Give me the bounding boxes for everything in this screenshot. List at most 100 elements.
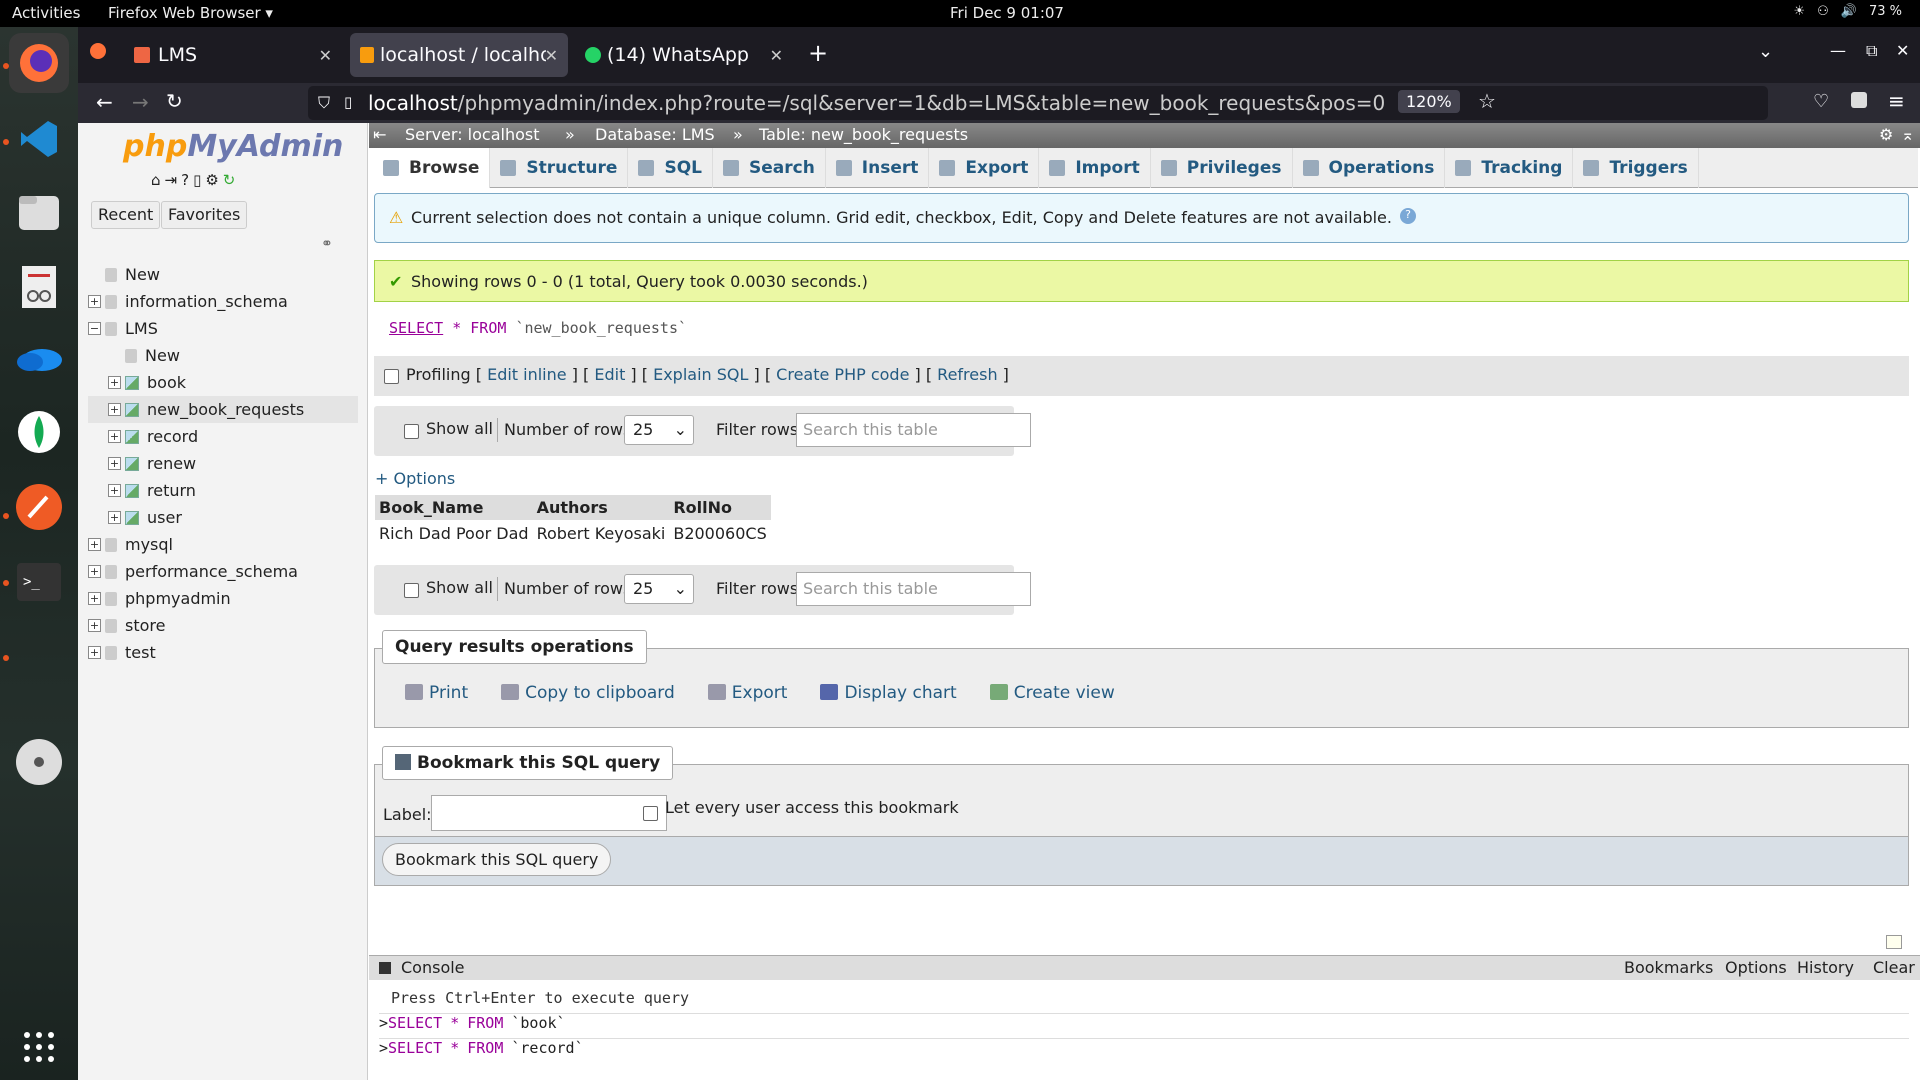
tab-import[interactable]: Import bbox=[1039, 148, 1151, 188]
firefox-icon[interactable] bbox=[9, 33, 69, 93]
number-of-rows-select[interactable]: 25 ⌄ bbox=[624, 574, 694, 604]
column-header[interactable]: Authors bbox=[532, 495, 670, 520]
create-php-code-link[interactable]: Create PHP code bbox=[776, 365, 909, 384]
expand-icon[interactable]: + bbox=[88, 538, 101, 551]
console-options-button[interactable]: Options bbox=[1725, 958, 1787, 977]
console-bookmarks-button[interactable]: Bookmarks bbox=[1624, 958, 1713, 977]
breadcrumb-server[interactable]: Server: localhost bbox=[405, 125, 539, 144]
tree-database-item[interactable]: + store bbox=[88, 612, 358, 639]
restore-icon[interactable]: ⧉ bbox=[1866, 41, 1877, 61]
tree-new-item[interactable]: New bbox=[88, 261, 358, 288]
tab-sql[interactable]: SQL bbox=[628, 148, 713, 188]
explain-sql-link[interactable]: Explain SQL bbox=[653, 365, 748, 384]
docs-icon[interactable]: ▯ bbox=[193, 171, 201, 189]
profiling-checkbox[interactable] bbox=[384, 369, 399, 384]
new-tab-icon[interactable]: + bbox=[808, 39, 828, 67]
expand-icon[interactable]: + bbox=[88, 295, 101, 308]
close-icon[interactable]: ✕ bbox=[545, 46, 558, 65]
close-window-icon[interactable]: ✕ bbox=[1896, 41, 1909, 60]
pocket-icon[interactable]: ♡ bbox=[1813, 91, 1829, 112]
bookmark-star-icon[interactable]: ☆ bbox=[1478, 89, 1496, 113]
tree-table-item[interactable]: + renew bbox=[88, 450, 358, 477]
browser-tab-whatsapp[interactable]: (14) WhatsApp ✕ bbox=[575, 33, 793, 77]
expand-icon[interactable]: + bbox=[88, 619, 101, 632]
favorites-button[interactable]: Favorites bbox=[161, 201, 248, 229]
zoom-level[interactable]: 120% bbox=[1398, 90, 1460, 113]
tab-browse[interactable]: Browse bbox=[373, 148, 491, 188]
account-icon[interactable] bbox=[1851, 92, 1867, 108]
tree-database-item[interactable]: + performance_schema bbox=[88, 558, 358, 585]
files-icon[interactable] bbox=[9, 182, 69, 242]
collapse-icon[interactable]: ⇤ bbox=[373, 125, 386, 144]
back-icon[interactable]: ← bbox=[96, 90, 113, 114]
browser-tab-lms[interactable]: LMS ✕ bbox=[124, 33, 342, 77]
list-tabs-icon[interactable]: ⌄ bbox=[1758, 41, 1773, 62]
system-tray[interactable]: ☀ ⚇ 🔊 73 % bbox=[1793, 4, 1902, 19]
collapse-icon[interactable]: − bbox=[88, 322, 101, 335]
firefox-view-icon[interactable] bbox=[90, 43, 106, 59]
help-icon[interactable]: ? bbox=[181, 171, 189, 189]
expand-icon[interactable]: + bbox=[88, 565, 101, 578]
expand-icon[interactable]: + bbox=[108, 457, 121, 470]
phpmyadmin-logo[interactable]: phpMyAdmin bbox=[123, 129, 343, 164]
settings-icon[interactable]: ⚙ bbox=[205, 171, 218, 189]
tree-table-item[interactable]: + record bbox=[88, 423, 358, 450]
optical-drive-icon[interactable] bbox=[9, 732, 69, 792]
show-all-checkbox[interactable] bbox=[404, 424, 419, 439]
copy-to-clipboard-link[interactable]: Copy to clipboard bbox=[501, 683, 675, 703]
column-header[interactable]: RollNo bbox=[669, 495, 771, 520]
export-link[interactable]: Export bbox=[707, 683, 787, 703]
expand-icon[interactable]: + bbox=[108, 484, 121, 497]
share-bookmark-checkbox[interactable] bbox=[643, 806, 658, 821]
number-of-rows-select[interactable]: 25 ⌄ bbox=[624, 415, 694, 445]
bookmark-label-input[interactable] bbox=[431, 795, 667, 831]
recent-button[interactable]: Recent bbox=[91, 201, 161, 229]
console-query-line[interactable]: >SELECT * FROM `record` bbox=[379, 1038, 1909, 1057]
tree-new-item[interactable]: New bbox=[88, 342, 358, 369]
postman-icon[interactable] bbox=[9, 477, 69, 537]
tab-export[interactable]: Export bbox=[929, 148, 1040, 188]
tree-table-item[interactable]: + user bbox=[88, 504, 358, 531]
expand-icon[interactable]: + bbox=[108, 403, 121, 416]
tab-search[interactable]: Search bbox=[713, 148, 826, 188]
clock[interactable]: Fri Dec 9 01:07 bbox=[950, 4, 1064, 22]
tree-table-item[interactable]: + new_book_requests bbox=[88, 396, 358, 423]
edit-inline-link[interactable]: Edit inline bbox=[487, 365, 567, 384]
tree-database-item[interactable]: + information_schema bbox=[88, 288, 358, 315]
bookmark-button[interactable]: Bookmark this SQL query bbox=[382, 843, 612, 876]
close-icon[interactable]: ✕ bbox=[770, 46, 783, 65]
column-header[interactable]: Book_Name bbox=[375, 495, 533, 520]
expand-icon[interactable]: + bbox=[88, 592, 101, 605]
shield-icon[interactable]: ⛉ bbox=[318, 93, 330, 113]
app-menu[interactable]: Firefox Web Browser ▾ bbox=[108, 4, 273, 22]
sql-query[interactable]: SELECT * FROM `new_book_requests` bbox=[389, 319, 687, 337]
address-bar[interactable]: ⛉ ▯ localhost/phpmyadmin/index.php?route… bbox=[308, 86, 1768, 120]
document-viewer-icon[interactable] bbox=[9, 257, 69, 317]
settings-icon[interactable]: ⚙ bbox=[1879, 125, 1893, 144]
onedrive-icon[interactable] bbox=[9, 327, 69, 387]
refresh-link[interactable]: Refresh bbox=[937, 365, 997, 384]
tree-table-item[interactable]: + book bbox=[88, 369, 358, 396]
logout-icon[interactable]: ⇥ bbox=[165, 171, 178, 189]
tree-table-item[interactable]: + return bbox=[88, 477, 358, 504]
table-cell[interactable]: Robert Keyosaki bbox=[532, 520, 670, 547]
tree-database-item[interactable]: − LMS bbox=[88, 315, 358, 342]
console-clear-button[interactable]: Clear bbox=[1873, 958, 1915, 977]
breadcrumb-database[interactable]: Database: LMS bbox=[595, 125, 715, 144]
breadcrumb-table[interactable]: Table: new_book_requests bbox=[759, 125, 968, 144]
activities-button[interactable]: Activities bbox=[12, 4, 80, 22]
tree-database-item[interactable]: + phpmyadmin bbox=[88, 585, 358, 612]
expand-icon[interactable]: + bbox=[108, 511, 121, 524]
home-icon[interactable]: ⌂ bbox=[151, 171, 161, 189]
forward-icon[interactable]: → bbox=[132, 90, 149, 114]
tree-database-item[interactable]: + test bbox=[88, 639, 358, 666]
table-cell[interactable]: B200060CS bbox=[669, 520, 771, 547]
edit-link[interactable]: Edit bbox=[594, 365, 625, 384]
collapse-top-icon[interactable]: ⌅ bbox=[1901, 125, 1914, 144]
filter-rows-input[interactable]: Search this table bbox=[796, 572, 1031, 606]
options-link[interactable]: + Options bbox=[375, 469, 455, 488]
tab-structure[interactable]: Structure bbox=[490, 148, 629, 188]
console-title[interactable]: Console bbox=[401, 958, 465, 977]
console-query-line[interactable]: >SELECT * FROM `book` bbox=[379, 1013, 1909, 1032]
close-icon[interactable]: ✕ bbox=[319, 46, 332, 65]
